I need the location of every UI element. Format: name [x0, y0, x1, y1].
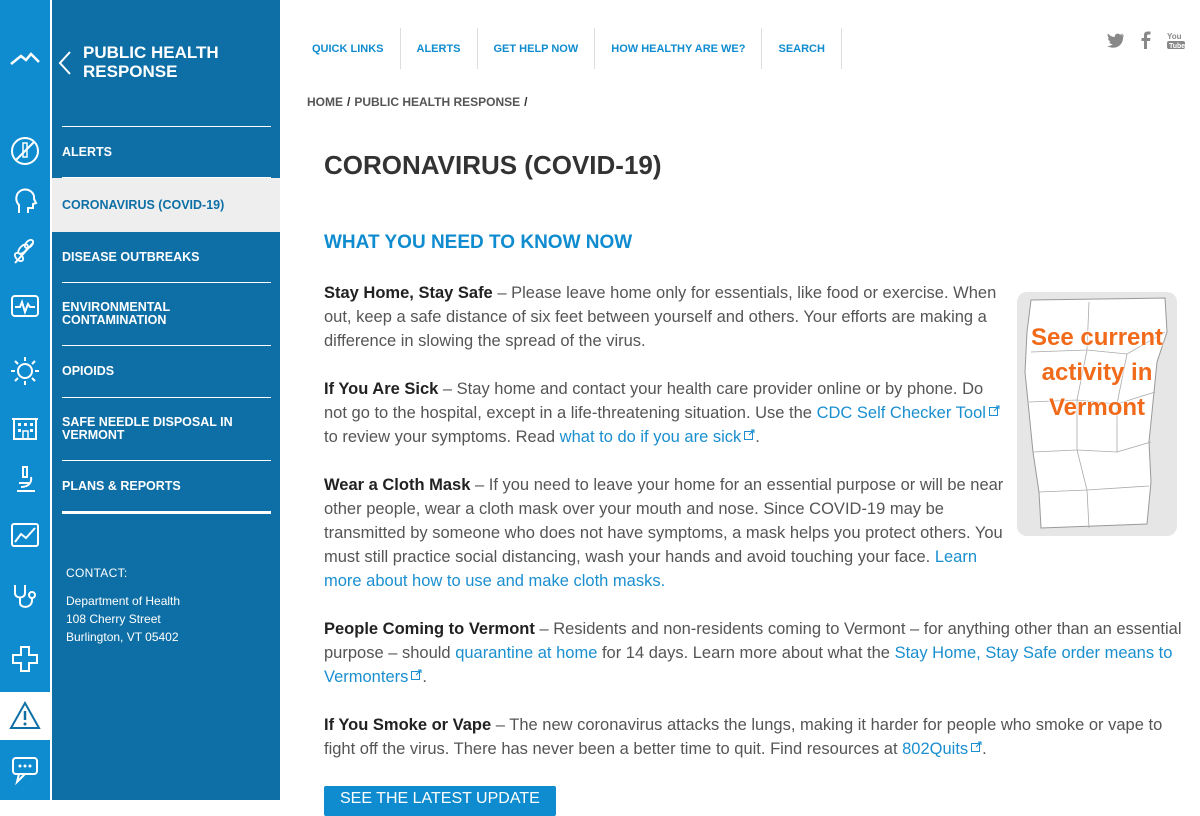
- external-link-icon: [744, 429, 755, 440]
- sun-icon[interactable]: [0, 346, 50, 396]
- contact-street: 108 Cherry Street: [66, 612, 161, 626]
- smoke-vape-end: .: [982, 740, 987, 758]
- stay-home-heading: Stay Home, Stay Safe: [324, 284, 493, 302]
- cdc-self-checker-link[interactable]: CDC Self Checker Tool: [817, 404, 1000, 422]
- wheat-icon[interactable]: [0, 226, 50, 276]
- if-sick-mid: to review your symptoms. Read: [324, 428, 560, 446]
- sidebar-title[interactable]: PUBLIC HEALTH RESPONSE: [83, 43, 273, 81]
- contact-org: Department of Health: [66, 594, 181, 608]
- mountain-logo-icon[interactable]: [0, 35, 50, 85]
- svg-text:Tube: Tube: [1169, 43, 1185, 50]
- sidebar-item-environmental-contamination[interactable]: ENVIRONMENTAL CONTAMINATION: [62, 283, 271, 346]
- nav-get-help-now[interactable]: GET HELP NOW: [478, 28, 596, 69]
- paragraph-if-sick: If You Are Sick – Stay home and contact …: [324, 377, 1004, 449]
- facebook-icon[interactable]: [1136, 30, 1156, 54]
- nav-search[interactable]: SEARCH: [762, 28, 842, 69]
- breadcrumb-sep: /: [347, 95, 351, 109]
- chat-icon[interactable]: [0, 740, 50, 800]
- top-nav: QUICK LINKS ALERTS GET HELP NOW HOW HEAL…: [296, 28, 842, 70]
- icon-rail: [0, 0, 52, 800]
- paragraph-stay-home: Stay Home, Stay Safe – Please leave home…: [324, 281, 1004, 353]
- paragraph-coming-to-vermont: People Coming to Vermont – Residents and…: [324, 617, 1190, 689]
- sidebar-item-plans-reports[interactable]: PLANS & REPORTS: [62, 461, 271, 514]
- contact-block: CONTACT: Department of Health 108 Cherry…: [66, 564, 180, 646]
- no-smoking-icon[interactable]: [0, 126, 50, 176]
- stethoscope-icon[interactable]: [0, 572, 50, 622]
- breadcrumb-home[interactable]: HOME: [307, 95, 343, 109]
- nav-quick-links[interactable]: QUICK LINKS: [296, 28, 401, 69]
- sidebar-item-safe-needle-disposal[interactable]: SAFE NEEDLE DISPOSAL IN VERMONT: [62, 398, 271, 461]
- contact-label: CONTACT:: [66, 566, 128, 580]
- paragraph-smoke-vape: If You Smoke or Vape – The new coronavir…: [324, 713, 1190, 761]
- cdc-self-checker-label: CDC Self Checker Tool: [816, 404, 986, 422]
- breadcrumb-section[interactable]: PUBLIC HEALTH RESPONSE: [354, 95, 520, 109]
- paragraph-cloth-mask: Wear a Cloth Mask – If you need to leave…: [324, 473, 1004, 593]
- chevron-left-icon[interactable]: [58, 50, 72, 76]
- chart-icon[interactable]: [0, 510, 50, 560]
- page-title: CORONAVIRUS (COVID-19): [324, 150, 662, 180]
- 802quits-label: 802Quits: [902, 740, 969, 758]
- sidebar-item-disease-outbreaks[interactable]: DISEASE OUTBREAKS: [62, 232, 271, 283]
- what-to-do-if-sick-link[interactable]: what to do if you are sick: [560, 428, 756, 446]
- microscope-icon[interactable]: [0, 454, 50, 504]
- coming-to-vermont-heading: People Coming to Vermont: [324, 620, 535, 638]
- plus-icon[interactable]: [0, 634, 50, 684]
- external-link-icon: [411, 669, 422, 680]
- nav-how-healthy[interactable]: HOW HEALTHY ARE WE?: [595, 28, 763, 69]
- sidebar: PUBLIC HEALTH RESPONSE ALERTS CORONAVIRU…: [52, 0, 280, 800]
- sidebar-header: PUBLIC HEALTH RESPONSE: [52, 0, 280, 126]
- latest-update-button[interactable]: SEE THE LATEST UPDATE: [324, 786, 556, 816]
- section-heading: WHAT YOU NEED TO KNOW NOW: [324, 232, 633, 253]
- if-sick-heading: If You Are Sick: [324, 380, 439, 398]
- nav-alerts[interactable]: ALERTS: [401, 28, 478, 69]
- sidebar-item-opioids[interactable]: OPIOIDS: [62, 346, 271, 398]
- social-links: You Tube: [1106, 30, 1186, 54]
- coming-to-vermont-mid: for 14 days. Learn more about what the: [597, 644, 895, 662]
- main-content: Stay Home, Stay Safe – Please leave home…: [324, 281, 1190, 785]
- breadcrumb: HOME / PUBLIC HEALTH RESPONSE /: [307, 95, 531, 109]
- cloth-mask-heading: Wear a Cloth Mask: [324, 476, 471, 494]
- sidebar-menu: ALERTS CORONAVIRUS (COVID-19) DISEASE OU…: [52, 126, 280, 514]
- if-sick-end: .: [755, 428, 760, 446]
- 802quits-link[interactable]: 802Quits: [902, 740, 982, 758]
- youtube-icon[interactable]: You Tube: [1166, 30, 1186, 54]
- contact-city: Burlington, VT 05402: [66, 630, 179, 644]
- heart-monitor-icon[interactable]: [0, 282, 50, 332]
- quarantine-at-home-link[interactable]: quarantine at home: [455, 644, 597, 662]
- twitter-icon[interactable]: [1106, 30, 1126, 54]
- sidebar-item-alerts[interactable]: ALERTS: [62, 127, 271, 178]
- head-profile-icon[interactable]: [0, 176, 50, 226]
- svg-text:You: You: [1167, 32, 1182, 41]
- smoke-vape-heading: If You Smoke or Vape: [324, 716, 492, 734]
- sidebar-item-coronavirus[interactable]: CORONAVIRUS (COVID-19): [52, 178, 280, 232]
- coming-to-vermont-end: .: [422, 668, 427, 686]
- external-link-icon: [971, 741, 982, 752]
- building-icon[interactable]: [0, 402, 50, 452]
- alert-triangle-icon[interactable]: [0, 694, 50, 738]
- external-link-icon: [988, 405, 1000, 416]
- what-to-do-label: what to do if you are sick: [559, 428, 742, 446]
- breadcrumb-sep-2: /: [524, 95, 528, 109]
